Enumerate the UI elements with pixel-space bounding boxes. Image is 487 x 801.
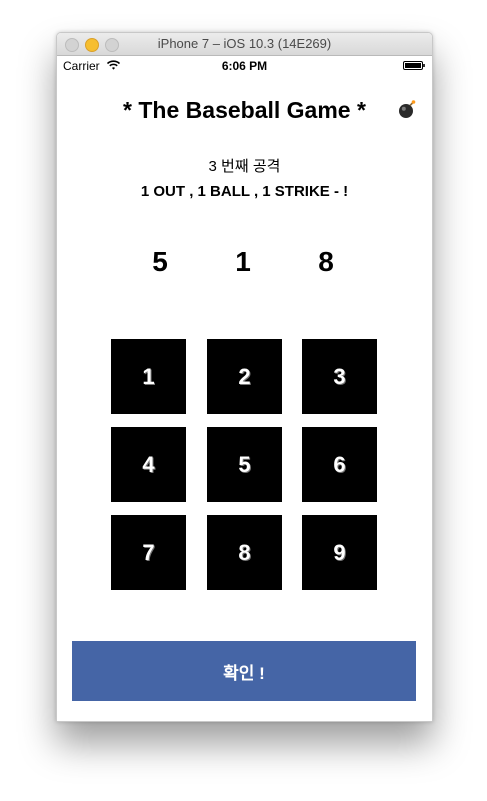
bomb-icon [399,100,416,118]
keypad-button-4[interactable]: 4 [111,427,186,502]
keypad-button-5[interactable]: 5 [207,427,282,502]
window-title: iPhone 7 – iOS 10.3 (14E269) [157,36,332,51]
status-time: 6:06 PM [221,59,268,73]
keypad-button-1[interactable]: 1 [111,339,186,414]
guess-digit: 8 [318,246,334,277]
keypad-button-8[interactable]: 8 [207,515,282,590]
window-titlebar: iPhone 7 – iOS 10.3 (14E269) [57,33,432,56]
status-bar: Carrier 6:06 PM [57,56,432,76]
keypad-button-3[interactable]: 3 [302,339,377,414]
game-title: * The Baseball Game * [123,97,366,123]
result-label: 1 OUT , 1 BALL , 1 STRIKE - ! [140,183,349,200]
keypad-button-7[interactable]: 7 [111,515,186,590]
attack-count-label: 3 번째 공격 [208,158,281,175]
simulator-window: iPhone 7 – iOS 10.3 (14E269) Carrier 6:0… [56,32,433,722]
guess-digit: 1 [235,246,251,277]
confirm-button[interactable]: 확인 ! [72,641,416,701]
guess-digit: 5 [152,246,168,277]
keypad-button-6[interactable]: 6 [302,427,377,502]
battery-icon [403,61,425,70]
keypad-button-2[interactable]: 2 [207,339,282,414]
keypad-button-9[interactable]: 9 [302,515,377,590]
